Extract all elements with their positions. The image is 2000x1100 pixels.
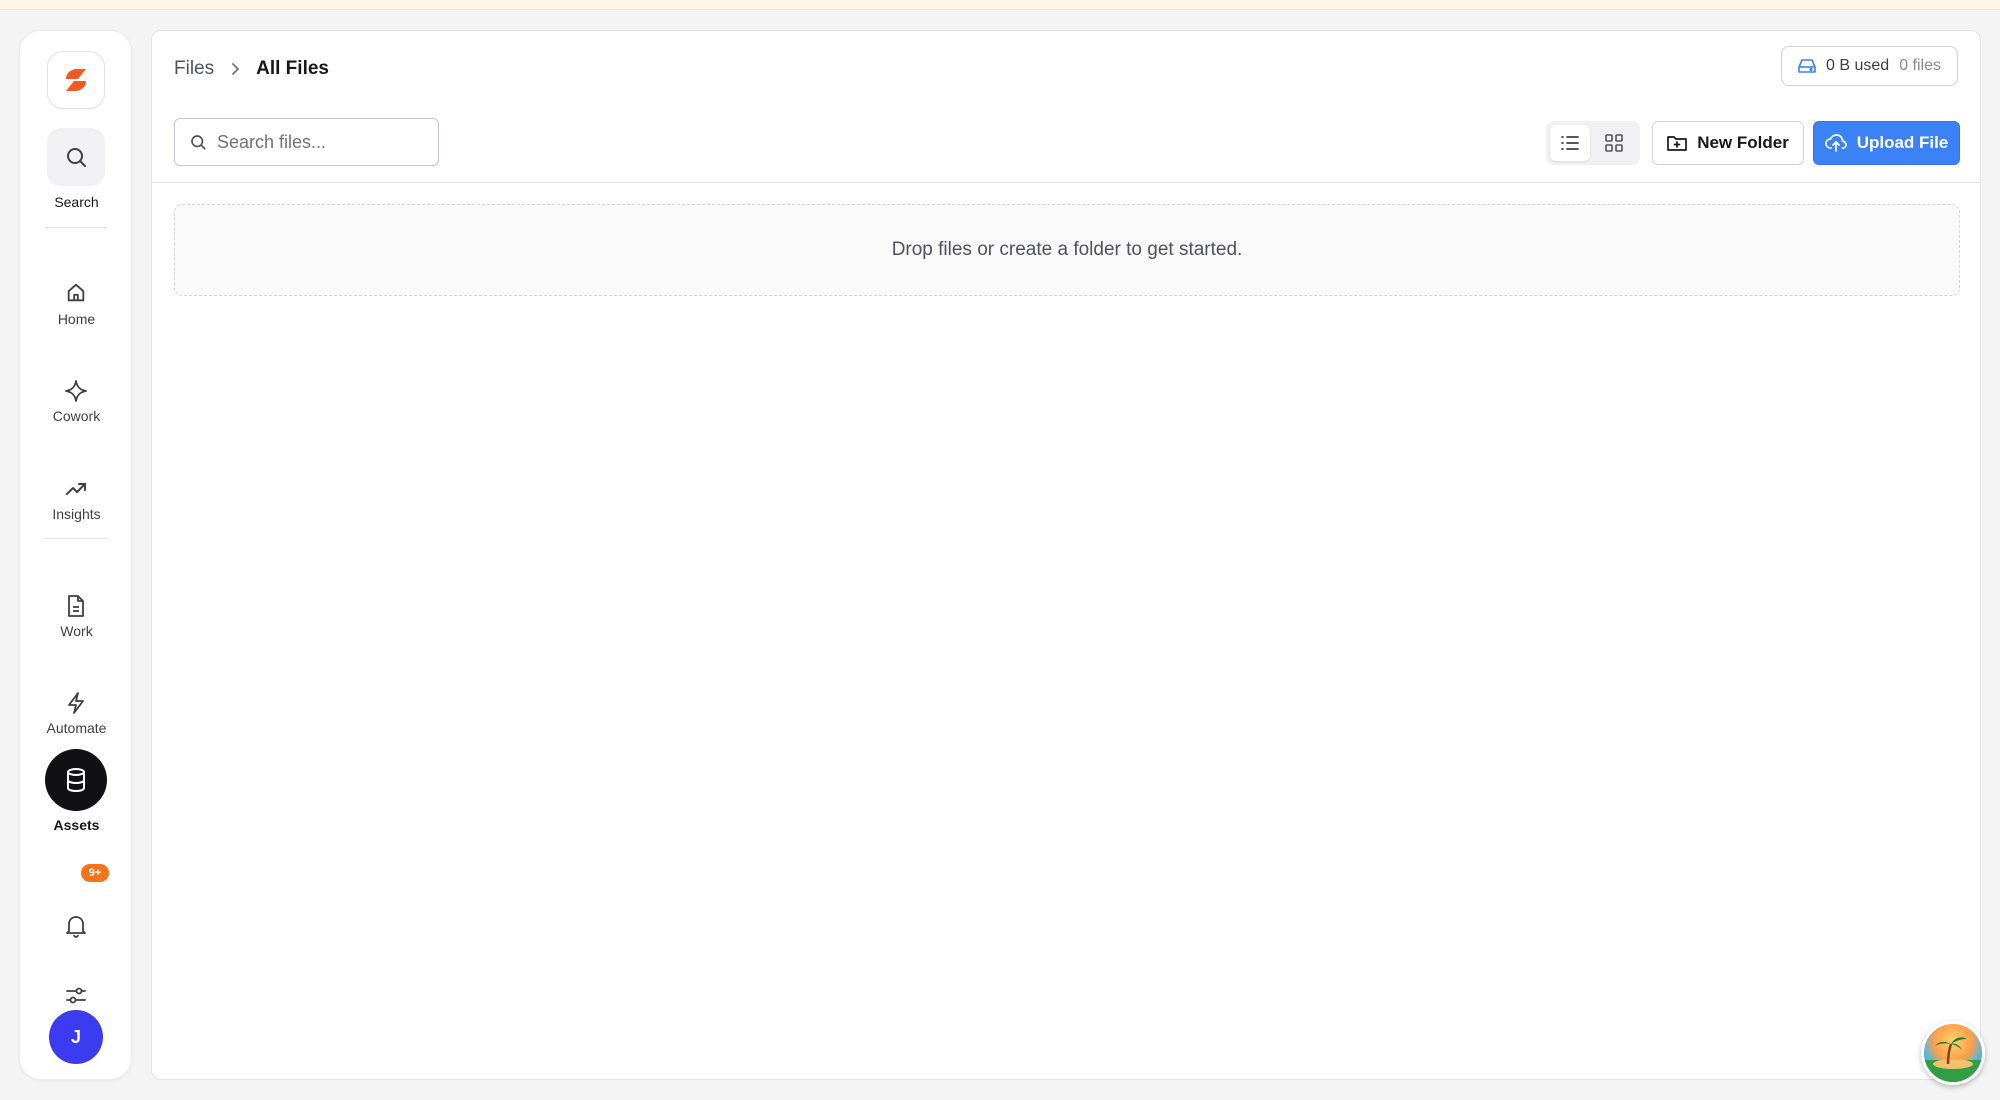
sidebar-divider: [45, 538, 107, 539]
app-logo[interactable]: [47, 51, 105, 109]
sidebar-item-label: Automate: [46, 720, 107, 736]
upload-file-label: Upload File: [1856, 133, 1949, 152]
document-icon: [68, 595, 84, 617]
file-drop-zone[interactable]: Drop files or create a folder to get sta…: [174, 204, 1960, 296]
new-folder-label: New Folder: [1697, 133, 1789, 152]
search-icon: [67, 148, 86, 167]
lightning-icon: [68, 692, 84, 714]
empty-state-message: Drop files or create a folder to get sta…: [891, 239, 1243, 260]
breadcrumb: Files All Files: [174, 55, 329, 83]
hard-drive-icon: [1798, 59, 1816, 73]
new-folder-button[interactable]: New Folder: [1652, 121, 1804, 165]
view-mode-toggle: [1546, 121, 1640, 165]
bell-icon: [66, 916, 86, 938]
sidebar-item-automate[interactable]: [56, 683, 96, 723]
files-panel: Files All Files 0 B used 0 files Search …: [151, 30, 1981, 1080]
sidebar: Search Home Cowork Insights Work Automat: [19, 30, 132, 1080]
toolbar-divider: [152, 182, 1980, 183]
grid-icon: [1605, 134, 1623, 152]
database-icon: [67, 768, 85, 793]
sidebar-item-label: Search: [54, 194, 99, 210]
logo-icon: [66, 69, 86, 91]
grid-view-button[interactable]: [1594, 125, 1634, 161]
list-icon: [1561, 136, 1579, 150]
sidebar-item-label: Insights: [52, 506, 101, 522]
sidebar-item-label: Home: [57, 311, 96, 327]
palm-tree-icon: [1924, 1037, 1982, 1082]
notification-count-badge: 9+: [81, 864, 109, 882]
user-avatar[interactable]: J: [49, 1010, 103, 1064]
sidebar-item-label: Work: [60, 623, 93, 639]
home-icon: [67, 283, 85, 302]
file-count-text: 0 files: [1899, 57, 1941, 74]
storage-used-text: 0 B used: [1826, 57, 1890, 74]
sidebar-divider: [45, 227, 107, 228]
storage-usage-indicator: 0 B used 0 files: [1781, 46, 1958, 86]
notifications-button[interactable]: [56, 906, 96, 946]
beach-avatar-badge[interactable]: [1921, 1021, 1985, 1085]
sliders-icon: [66, 987, 86, 1004]
folder-plus-icon: [1667, 136, 1688, 151]
list-view-button[interactable]: [1550, 125, 1590, 161]
sidebar-item-home[interactable]: [56, 273, 96, 313]
breadcrumb-current: All Files: [256, 58, 329, 79]
sidebar-item-assets[interactable]: [45, 749, 107, 811]
sparkle-icon: [65, 380, 87, 402]
sidebar-item-insights[interactable]: [56, 469, 96, 509]
sidebar-item-label: Assets: [53, 817, 100, 833]
sidebar-item-label: Cowork: [52, 408, 101, 424]
sidebar-item-cowork[interactable]: [56, 371, 96, 411]
sidebar-search-button[interactable]: [47, 128, 105, 186]
cloud-upload-icon: [1824, 134, 1847, 152]
search-field[interactable]: [174, 118, 439, 166]
trending-up-icon: [66, 483, 86, 495]
search-input[interactable]: [217, 131, 427, 153]
top-banner-strip: [0, 0, 2000, 10]
upload-file-button[interactable]: Upload File: [1813, 121, 1960, 165]
chevron-right-icon: [228, 62, 242, 76]
breadcrumb-files-link[interactable]: Files: [174, 58, 214, 80]
sidebar-item-work[interactable]: [56, 586, 96, 626]
search-icon: [191, 135, 206, 150]
